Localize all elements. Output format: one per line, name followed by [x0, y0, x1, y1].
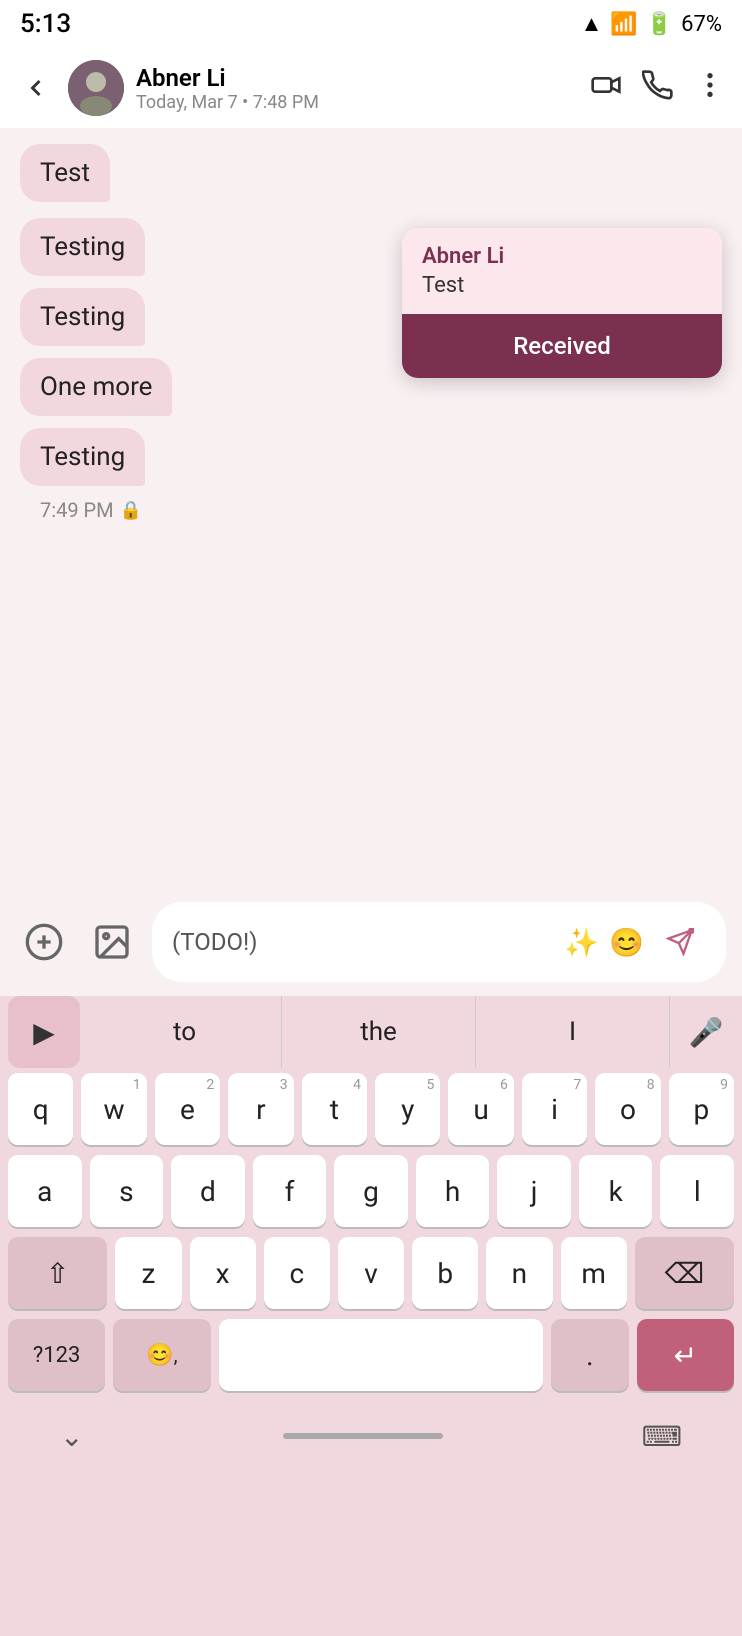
chat-header: Abner Li Today, Mar 7 • 7:48 PM [0, 48, 742, 128]
suggestion-word-1[interactable]: to [88, 996, 282, 1068]
contact-info: Abner Li Today, Mar 7 • 7:48 PM [136, 64, 578, 113]
key-j[interactable]: j [497, 1155, 571, 1227]
key-b[interactable]: b [412, 1237, 478, 1309]
keyboard-switch-button[interactable]: ⌨ [642, 1420, 682, 1453]
tooltip-action-button[interactable]: Received [402, 314, 722, 378]
tooltip-header: Abner Li Test [402, 228, 722, 314]
battery-icon: 🔋 [646, 12, 673, 37]
message-row: Test [20, 144, 722, 210]
keyboard-row-4: ?123 😊, . ↵ [0, 1314, 742, 1396]
keyboard-row-3: ⇧ z x c v b n m ⌫ [0, 1232, 742, 1314]
back-button[interactable] [16, 68, 56, 108]
key-a[interactable]: a [8, 1155, 82, 1227]
key-e[interactable]: e2 [155, 1073, 220, 1145]
tooltip-action-label: Received [513, 332, 611, 360]
key-k[interactable]: k [579, 1155, 653, 1227]
tooltip-sender: Abner Li [422, 244, 702, 269]
key-n[interactable]: n [486, 1237, 552, 1309]
key-r[interactable]: r3 [228, 1073, 293, 1145]
attach-plus-button[interactable] [16, 914, 72, 970]
key-v[interactable]: v [338, 1237, 404, 1309]
message-tooltip[interactable]: Abner Li Test Received [402, 228, 722, 378]
signal-icon: 📶 [610, 12, 637, 37]
microphone-button[interactable]: 🎤 [670, 996, 742, 1068]
message-row: Testing [20, 428, 722, 494]
key-o[interactable]: o8 [595, 1073, 660, 1145]
collapse-keyboard-button[interactable]: ⌄ [60, 1420, 83, 1453]
shift-key[interactable]: ⇧ [8, 1237, 107, 1309]
message-timestamp: 7:49 PM [40, 498, 114, 522]
key-x[interactable]: x [190, 1237, 256, 1309]
key-f[interactable]: f [253, 1155, 327, 1227]
key-c[interactable]: c [264, 1237, 330, 1309]
wifi-icon: ▲ [581, 11, 603, 37]
video-call-button[interactable] [590, 69, 622, 108]
home-indicator [283, 1433, 443, 1439]
timestamp-row: 7:49 PM 🔒 [40, 498, 722, 522]
emoji-comma-key[interactable]: 😊, [113, 1319, 210, 1391]
status-bar: 5:13 ▲ 📶 🔋 67% [0, 0, 742, 48]
keyboard-bottom-bar: ⌄ ⌨ [0, 1396, 742, 1476]
message-input-text[interactable]: (TODO!) [172, 928, 554, 956]
key-y[interactable]: y5 [375, 1073, 440, 1145]
message-input-field[interactable]: (TODO!) ✨ 😊 [152, 902, 726, 982]
input-field-actions: ✨ 😊 [564, 926, 644, 959]
key-s[interactable]: s [90, 1155, 164, 1227]
suggestions-row: ▶ to the I 🎤 [0, 996, 742, 1068]
suggestion-word-3[interactable]: I [476, 996, 670, 1068]
message-bubble-testing-2[interactable]: Testing [20, 288, 145, 346]
input-bar: (TODO!) ✨ 😊 [0, 888, 742, 996]
key-l[interactable]: l [660, 1155, 734, 1227]
status-time: 5:13 [20, 9, 71, 39]
key-m[interactable]: m [561, 1237, 627, 1309]
suggestion-word-2[interactable]: the [282, 996, 476, 1068]
chat-area: Test Abner Li Test Received Testing Test… [0, 128, 742, 888]
more-options-button[interactable] [694, 69, 726, 108]
avatar[interactable] [68, 60, 124, 116]
backspace-key[interactable]: ⌫ [635, 1237, 734, 1309]
keyboard: ▶ to the I 🎤 q w1 e2 r3 t4 y5 u6 i7 o8 p… [0, 996, 742, 1636]
phone-call-button[interactable] [642, 69, 674, 108]
message-bubble-sent[interactable]: Test [20, 144, 110, 202]
image-attach-button[interactable] [84, 914, 140, 970]
tooltip-message: Test [422, 273, 702, 298]
key-h[interactable]: h [416, 1155, 490, 1227]
key-w[interactable]: w1 [81, 1073, 146, 1145]
message-bubble-testing-1[interactable]: Testing [20, 218, 145, 276]
header-actions [590, 69, 726, 108]
key-i[interactable]: i7 [522, 1073, 587, 1145]
battery-percent: 67% [681, 12, 722, 37]
key-z[interactable]: z [115, 1237, 181, 1309]
contact-name: Abner Li [136, 64, 578, 92]
space-key[interactable] [219, 1319, 543, 1391]
send-button[interactable] [654, 916, 706, 968]
message-bubble-one-more[interactable]: One more [20, 358, 172, 416]
dot-key[interactable]: . [551, 1319, 629, 1391]
key-g[interactable]: g [334, 1155, 408, 1227]
chat-subtitle: Today, Mar 7 • 7:48 PM [136, 92, 578, 113]
keyboard-row-1: q w1 e2 r3 t4 y5 u6 i7 o8 p9 [0, 1068, 742, 1150]
status-icons: ▲ 📶 🔋 67% [581, 11, 722, 37]
key-u[interactable]: u6 [448, 1073, 513, 1145]
key-d[interactable]: d [171, 1155, 245, 1227]
sparkle-icon[interactable]: ✨ [564, 926, 599, 959]
message-bubble-testing-3[interactable]: Testing [20, 428, 145, 486]
suggestions-expand-button[interactable]: ▶ [8, 996, 80, 1068]
key-p[interactable]: p9 [669, 1073, 734, 1145]
emoji-icon[interactable]: 😊 [609, 926, 644, 959]
lock-icon: 🔒 [120, 500, 142, 521]
numbers-key[interactable]: ?123 [8, 1319, 105, 1391]
key-t[interactable]: t4 [302, 1073, 367, 1145]
enter-key[interactable]: ↵ [637, 1319, 734, 1391]
key-q[interactable]: q [8, 1073, 73, 1145]
keyboard-row-2: a s d f g h j k l [0, 1150, 742, 1232]
